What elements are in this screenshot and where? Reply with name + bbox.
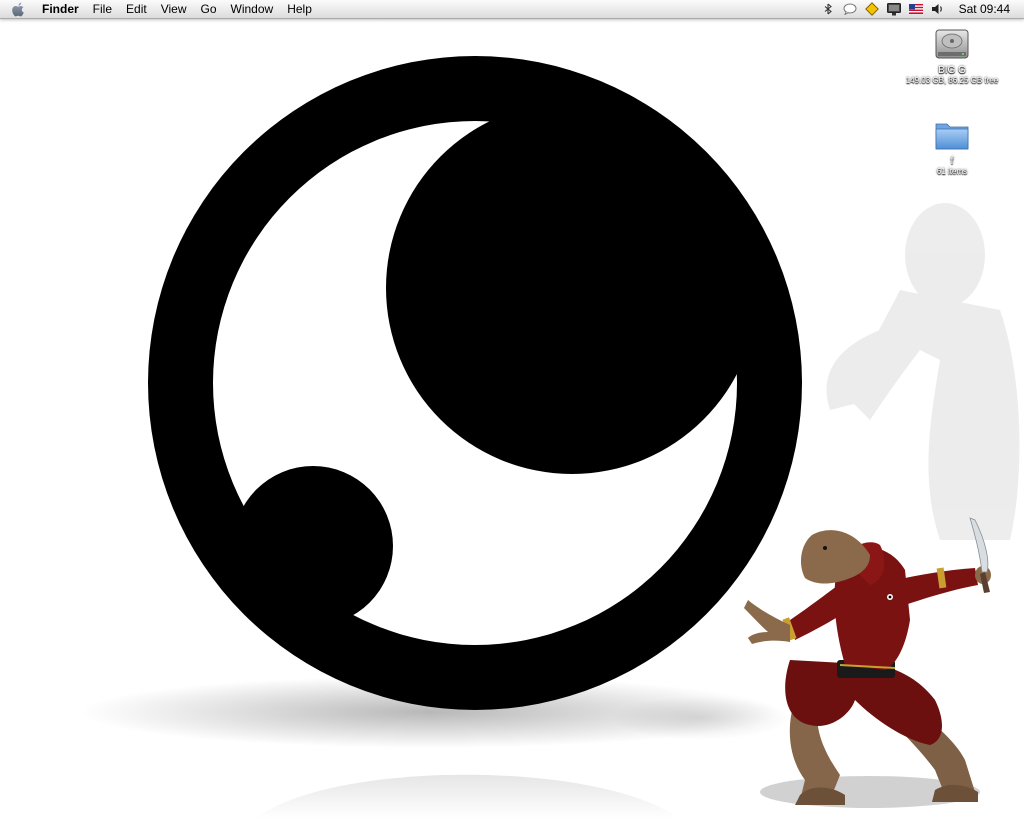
menu-edit[interactable]: Edit [119, 0, 154, 18]
menu-help[interactable]: Help [280, 0, 319, 18]
warning-icon[interactable] [861, 0, 883, 18]
folder-icon [935, 123, 969, 150]
emblem-small-disc [233, 466, 393, 626]
hard-drive-name: BIG G [938, 65, 966, 76]
menu-go[interactable]: Go [194, 0, 224, 18]
warrior-character [744, 517, 991, 808]
speech-icon[interactable] [839, 0, 861, 18]
bluetooth-icon[interactable] [817, 0, 839, 18]
emblem-reflection [255, 774, 680, 819]
display-icon[interactable] [883, 0, 905, 18]
folder-info: 61 items [936, 167, 968, 176]
menu-app-finder[interactable]: Finder [36, 0, 86, 18]
apple-menu-icon[interactable] [0, 0, 36, 18]
folder-name: f [950, 156, 954, 167]
desktop-icon-hard-drive[interactable]: BIG G 149.03 GB, 86.25 GB free [897, 24, 1007, 86]
menu-view[interactable]: View [154, 0, 194, 18]
hard-drive-info: 149.03 GB, 86.25 GB free [905, 76, 999, 85]
volume-icon[interactable] [927, 0, 949, 18]
menu-window[interactable]: Window [224, 0, 281, 18]
menu-bar: Finder File Edit View Go Window Help Sat… [0, 0, 1024, 19]
us-flag-icon[interactable] [905, 0, 927, 18]
emblem-large-disc [386, 102, 758, 474]
hard-drive-icon [935, 29, 969, 59]
desktop-wallpaper [80, 56, 1020, 819]
menu-clock[interactable]: Sat 09:44 [949, 0, 1024, 18]
ghost-silhouette [826, 203, 1020, 540]
menu-file[interactable]: File [86, 0, 119, 18]
menu-extras: Sat 09:44 [817, 0, 1024, 18]
desktop-icon-folder[interactable]: f 61 items [897, 115, 1007, 177]
